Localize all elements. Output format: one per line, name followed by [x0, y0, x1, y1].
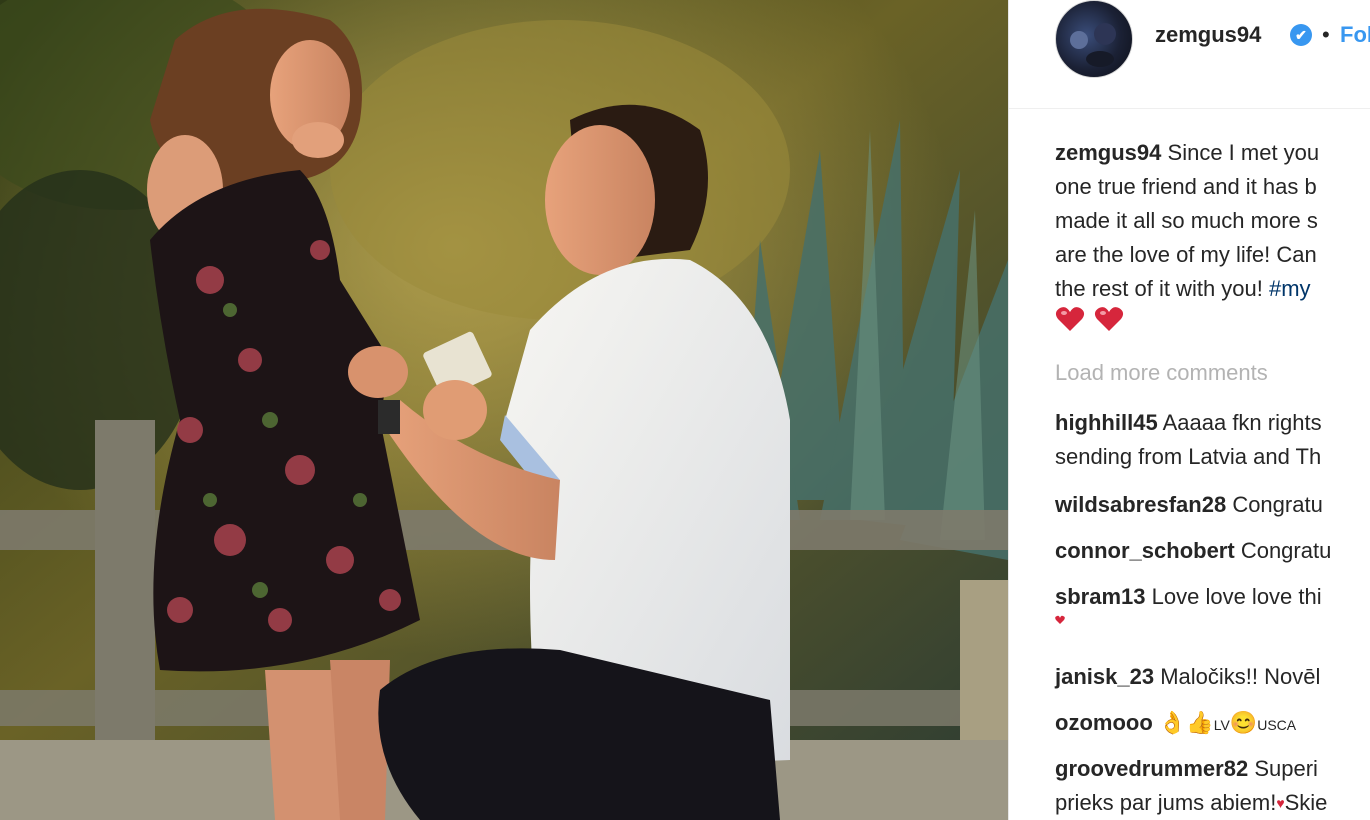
comment-username[interactable]: connor_schobert	[1055, 538, 1235, 563]
proposal-photo	[0, 0, 1008, 820]
caption-line: one true friend and it has b	[1055, 174, 1317, 199]
comment-text: Congratu	[1232, 492, 1323, 517]
post-username[interactable]: zemgus94	[1155, 22, 1261, 48]
smiling-emoji-icon: 😊	[1229, 710, 1258, 735]
avatar[interactable]	[1055, 0, 1133, 78]
caption-line: the rest of it with you!	[1055, 276, 1269, 301]
comment-text: Love love love thi	[1151, 584, 1322, 609]
load-more-comments-button[interactable]: Load more comments	[1055, 360, 1268, 386]
post-side-panel: zemgus94 ✔ • Fol zemgus94 Since I met yo…	[1008, 0, 1370, 820]
comment-username[interactable]: sbram13	[1055, 584, 1146, 609]
comment-item: connor_schobert Congratu	[1055, 534, 1331, 568]
comment-text: Aaaaa fkn rights	[1162, 410, 1322, 435]
caption-line: are the love of my life! Can	[1055, 242, 1317, 267]
comment-text: Congratu	[1240, 538, 1332, 563]
comment-text: LV	[1213, 717, 1230, 733]
comment-username[interactable]: wildsabresfan28	[1055, 492, 1226, 517]
thumbs-up-emoji-icon: 👍	[1186, 710, 1214, 735]
comment-text: sending from Latvia and Th	[1055, 444, 1322, 469]
comment-username[interactable]: ozomooo	[1055, 710, 1153, 735]
comment-item: groovedrummer82 Superi prieks par jums a…	[1055, 752, 1327, 820]
comment-username[interactable]: janisk_23	[1055, 664, 1154, 689]
follow-button[interactable]: Fol	[1340, 22, 1370, 48]
header-separator: •	[1322, 22, 1330, 47]
comment-text: USCA	[1257, 717, 1297, 733]
caption-username[interactable]: zemgus94	[1055, 140, 1161, 165]
heart-emoji-icon	[1055, 307, 1085, 331]
comment-item: sbram13 Love love love thi	[1055, 580, 1322, 614]
comment-item: ozomooo 👌👍LV😊USCA	[1055, 706, 1296, 742]
comment-text: Superi	[1254, 756, 1318, 781]
post-caption: zemgus94 Since I met you one true friend…	[1055, 136, 1370, 306]
comment-text: Skie	[1284, 790, 1328, 815]
comment-text: Maločiks!! Novēl	[1160, 664, 1321, 689]
comment-username[interactable]: groovedrummer82	[1055, 756, 1248, 781]
caption-emoji-row	[1055, 306, 1124, 339]
heart-emoji-icon	[1055, 615, 1065, 624]
comment-username[interactable]: highhill45	[1055, 410, 1158, 435]
verified-badge-icon: ✔	[1290, 24, 1312, 46]
heart-emoji-icon	[1094, 307, 1123, 331]
caption-line: made it all so much more s	[1055, 208, 1318, 233]
comment-item: wildsabresfan28 Congratu	[1055, 488, 1323, 522]
post-photo[interactable]	[0, 0, 1008, 820]
heart-emoji-icon: ♥	[1276, 795, 1285, 811]
comment-item: janisk_23 Maločiks!! Novēl	[1055, 660, 1320, 694]
post-header: zemgus94 ✔ • Fol	[1009, 0, 1370, 109]
caption-hashtag[interactable]: #my	[1269, 276, 1311, 301]
comment-item: highhill45 Aaaaa fkn rights sending from…	[1055, 406, 1322, 474]
ok-hand-emoji-icon: 👌	[1158, 710, 1187, 735]
comment-text: prieks par jums abiem!	[1055, 790, 1277, 815]
caption-line: Since I met you	[1167, 140, 1320, 165]
